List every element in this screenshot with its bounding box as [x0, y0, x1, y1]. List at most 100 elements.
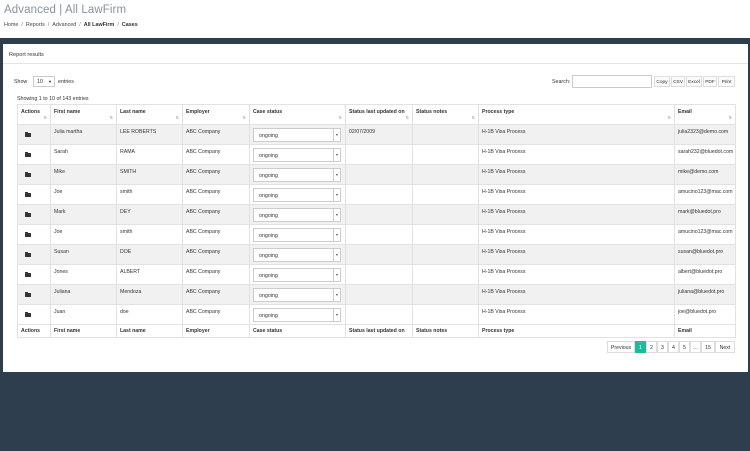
pagination-page-1[interactable]: 1	[635, 341, 646, 353]
email-cell: mark@bluedot.pro	[674, 204, 736, 225]
actions-cell	[17, 144, 51, 165]
last-name-cell: Mendoza	[116, 284, 183, 305]
entries-label: entries	[58, 79, 74, 85]
actions-cell	[17, 164, 51, 185]
col-header-employer[interactable]: Employer ⇅	[182, 104, 250, 125]
case-status-select[interactable]: ongoing ▾	[253, 188, 341, 202]
pdf-button[interactable]: PDF	[703, 76, 717, 87]
case-status-select[interactable]: ongoing ▾	[253, 228, 341, 242]
table-row: Sarah RAMA ABC Company ongoing ▾ H-1B Vis…	[17, 144, 736, 165]
case-status-cell: ongoing ▾	[249, 244, 346, 265]
col-header-case-status[interactable]: Case status ⇅	[249, 104, 346, 125]
breadcrumb-home[interactable]: Home	[4, 22, 18, 28]
col-header-status-notes[interactable]: Status notes ⇅	[412, 104, 479, 125]
csv-button[interactable]: CSV	[671, 76, 685, 87]
breadcrumb-lawfirm[interactable]: All LawFirm	[84, 22, 115, 28]
sort-icon: ⇅	[471, 115, 475, 120]
entries-length-select[interactable]: 10 ▼	[33, 76, 55, 87]
table-row: Julia martha LEE ROBERTS ABC Company ong…	[17, 124, 736, 145]
actions-cell	[17, 224, 51, 245]
results-table: Actions ⇅ First name ⇅ Last name ⇅ Employer…	[17, 104, 736, 338]
actions-cell	[17, 124, 51, 145]
sort-icon: ⇅	[242, 115, 246, 120]
last-name-cell: LEE ROBERTS	[116, 124, 183, 145]
footer-status-updated: Status last updated on	[345, 324, 413, 338]
case-status-select[interactable]: ongoing ▾	[253, 128, 341, 142]
folder-icon[interactable]	[25, 191, 31, 197]
first-name-cell: Sarah	[50, 144, 117, 165]
last-name-cell: doe	[116, 304, 183, 325]
employer-cell: ABC Company	[182, 184, 250, 205]
employer-cell: ABC Company	[182, 264, 250, 285]
chevron-down-icon: ▾	[333, 269, 340, 281]
last-name-cell: RAMA	[116, 144, 183, 165]
case-status-cell: ongoing ▾	[249, 284, 346, 305]
process-type-cell: H-1B Visa Process	[478, 284, 675, 305]
status-notes-cell	[412, 244, 479, 265]
sort-icon: ⇅	[338, 115, 342, 120]
pagination-previous[interactable]: Previous	[607, 341, 635, 353]
col-header-first-name[interactable]: First name ⇅	[50, 104, 117, 125]
folder-icon[interactable]	[25, 251, 31, 257]
col-header-email[interactable]: Email ⇅	[674, 104, 736, 125]
excel-button[interactable]: Excel	[686, 76, 702, 87]
folder-icon[interactable]	[25, 271, 31, 277]
case-status-cell: ongoing ▾	[249, 144, 346, 165]
folder-icon[interactable]	[25, 211, 31, 217]
col-header-status-updated[interactable]: Status last updated on ⇅	[345, 104, 413, 125]
folder-icon[interactable]	[25, 231, 31, 237]
folder-icon[interactable]	[25, 151, 31, 157]
status-updated-cell	[345, 224, 413, 245]
first-name-cell: Jones	[50, 264, 117, 285]
email-cell: amucino123@mac.com	[674, 184, 736, 205]
first-name-cell: Juliana	[50, 284, 117, 305]
folder-icon[interactable]	[25, 291, 31, 297]
pagination-page-2[interactable]: 2	[646, 341, 657, 353]
case-status-select[interactable]: ongoing ▾	[253, 168, 341, 182]
chevron-down-icon: ▼	[48, 79, 52, 84]
employer-cell: ABC Company	[182, 144, 250, 165]
breadcrumb: Home / Reports / Advanced / All LawFirm / Cases	[4, 22, 138, 28]
first-name-cell: Mark	[50, 204, 117, 225]
case-status-select[interactable]: ongoing ▾	[253, 248, 341, 262]
status-updated-cell	[345, 144, 413, 165]
chevron-down-icon: ▾	[333, 129, 340, 141]
col-header-actions[interactable]: Actions ⇅	[17, 104, 51, 125]
pagination-page-15[interactable]: 15	[701, 341, 715, 353]
col-header-last-name[interactable]: Last name ⇅	[116, 104, 183, 125]
status-updated-cell	[345, 204, 413, 225]
pagination-page-3[interactable]: 3	[657, 341, 668, 353]
page-header: Advanced | All LawFirm Home / Reports / Adva…	[0, 0, 750, 38]
search-input[interactable]	[572, 75, 652, 88]
pagination-next[interactable]: Next	[715, 341, 735, 353]
case-status-select[interactable]: ongoing ▾	[253, 268, 341, 282]
breadcrumb-reports[interactable]: Reports	[26, 22, 45, 28]
email-cell: joe@bluedot.pro	[674, 304, 736, 325]
footer-actions: Actions	[17, 324, 51, 338]
table-row: Joe smith ABC Company ongoing ▾ H-1B Visa…	[17, 184, 736, 205]
status-updated-cell	[345, 244, 413, 265]
copy-button[interactable]: Copy	[654, 76, 670, 87]
folder-icon[interactable]	[25, 131, 31, 137]
breadcrumb-advanced[interactable]: Advanced	[52, 22, 76, 28]
case-status-select[interactable]: ongoing ▾	[253, 308, 341, 322]
last-name-cell: smith	[116, 224, 183, 245]
pagination-page-5[interactable]: 5	[679, 341, 690, 353]
case-status-select[interactable]: ongoing ▾	[253, 288, 341, 302]
pagination-page-4[interactable]: 4	[668, 341, 679, 353]
table-row: Joe smith ABC Company ongoing ▾ H-1B Visa…	[17, 224, 736, 245]
first-name-cell: Mike	[50, 164, 117, 185]
folder-icon[interactable]	[25, 171, 31, 177]
email-cell: albert@bluedot.pro	[674, 264, 736, 285]
folder-icon[interactable]	[25, 311, 31, 317]
sort-icon: ⇅	[175, 115, 179, 120]
case-status-select[interactable]: ongoing ▾	[253, 208, 341, 222]
col-header-process-type[interactable]: Process type ⇅	[478, 104, 675, 125]
status-notes-cell	[412, 224, 479, 245]
show-label: Show	[14, 79, 28, 85]
employer-cell: ABC Company	[182, 244, 250, 265]
footer-status-notes: Status notes	[412, 324, 479, 338]
status-notes-cell	[412, 304, 479, 325]
case-status-select[interactable]: ongoing ▾	[253, 148, 341, 162]
print-button[interactable]: Print	[718, 76, 735, 87]
